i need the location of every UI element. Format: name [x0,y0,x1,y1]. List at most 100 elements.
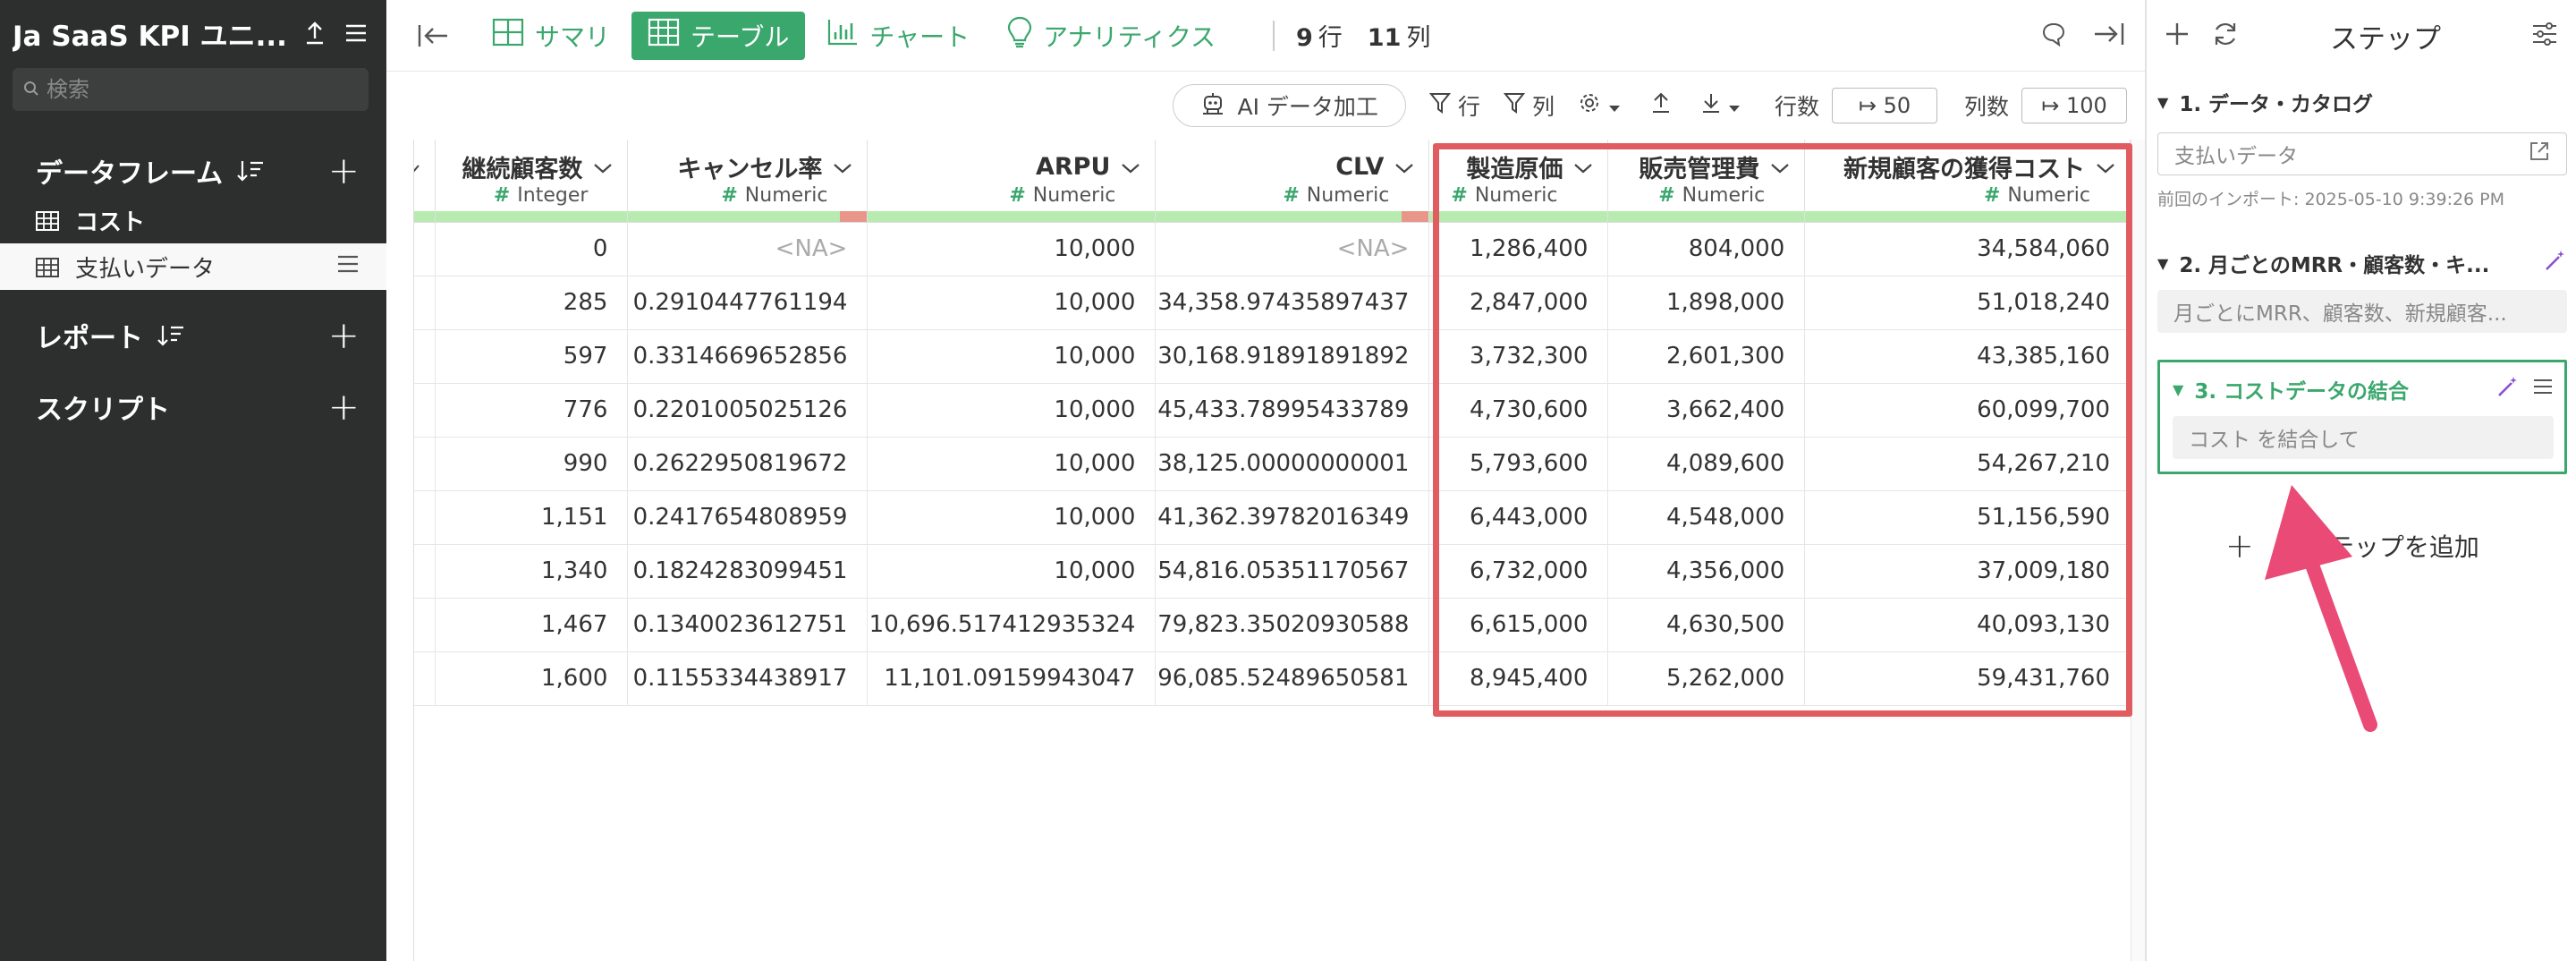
chevron-down-icon[interactable] [2096,153,2115,181]
column-header[interactable] [414,140,436,223]
table-cell[interactable]: 285 [435,276,629,330]
table-cell[interactable]: 597 [435,329,629,384]
ai-data-wrangling-button[interactable]: AI データ加工 [1172,84,1406,127]
table-cell[interactable]: 10,000 [867,383,1157,438]
table-cell[interactable]: 3 [414,276,436,330]
table-cell[interactable]: 11,101.09159943047 [867,651,1157,706]
table-cell[interactable]: 804,000 [1607,222,1806,276]
table-cell[interactable]: 3 [414,329,436,384]
table-cell[interactable]: 1,467 [435,598,629,652]
table-cell[interactable]: 0.1340023612751 [627,598,869,652]
table-cell[interactable]: 10,000 [867,329,1157,384]
table-cell[interactable]: 4,730,600 [1428,383,1609,438]
column-header[interactable]: ARPU # Numeric [867,140,1157,223]
vertical-scrollbar[interactable] [2131,140,2145,961]
rows-limit-input[interactable]: ↦ 50 [1831,88,1937,123]
chevron-down-icon[interactable] [1121,153,1140,181]
column-header[interactable]: 継続顧客数 # Integer [435,140,629,223]
table-cell[interactable]: 0.1824283099451 [627,544,869,599]
table-cell[interactable]: 4,630,500 [1607,598,1806,652]
external-link-icon[interactable] [2529,140,2550,167]
table-cell[interactable]: 8,945,400 [1428,651,1609,706]
table-cell[interactable]: 79,823.35020930588 [1155,598,1430,652]
table-cell[interactable]: 0.2201005025126 [627,383,869,438]
table-cell[interactable]: 38,125.00000000001 [1155,437,1430,491]
column-header[interactable]: キャンセル率 # Numeric [627,140,869,223]
caret-down-icon[interactable]: ▼ [2157,94,2168,111]
table-cell[interactable]: 10,000 [867,222,1157,276]
step-detail[interactable]: 月ごとにMRR、顧客数、新規顧客... [2157,290,2567,333]
table-cell[interactable]: 60,099,700 [1804,383,2131,438]
table-cell[interactable]: 0 [435,222,629,276]
table-cell[interactable]: 5 [414,383,436,438]
tab-analytics[interactable]: アナリティクス [991,12,1232,60]
tab-chart[interactable]: チャート [810,12,986,60]
table-cell[interactable]: 6,443,000 [1428,490,1609,545]
table-cell[interactable]: 4 [414,544,436,599]
add-script-icon[interactable]: + [328,388,360,426]
column-header[interactable]: 新規顧客の獲得コスト # Numeric [1804,140,2131,223]
table-cell[interactable]: 6,615,000 [1428,598,1609,652]
download-dropdown[interactable] [1701,91,1748,120]
table-cell[interactable]: 10,000 [867,490,1157,545]
table-cell[interactable]: 5,262,000 [1607,651,1806,706]
table-cell[interactable]: 10,000 [867,276,1157,330]
table-cell[interactable]: 1,898,000 [1607,276,1806,330]
table-cell[interactable]: 43,385,160 [1804,329,2131,384]
table-cell[interactable]: 10,696.517412935324 [867,598,1157,652]
step-detail[interactable]: コスト を結合して [2173,416,2554,459]
chevron-down-icon[interactable] [833,153,852,181]
settings-dropdown[interactable] [1578,91,1628,120]
sort-icon[interactable] [156,320,186,351]
table-cell[interactable]: 4,089,600 [1607,437,1806,491]
sort-icon[interactable] [235,156,266,186]
table-cell[interactable]: 6,732,000 [1428,544,1609,599]
table-cell[interactable]: 0.2622950819672 [627,437,869,491]
table-cell[interactable]: 51,156,590 [1804,490,2131,545]
table-cell[interactable]: 41,362.39782016349 [1155,490,1430,545]
table-cell[interactable]: 3 [414,490,436,545]
table-cell[interactable]: 51,018,240 [1804,276,2131,330]
add-dataframe-icon[interactable]: + [328,152,360,190]
row-filter-button[interactable]: 行 [1428,89,1480,122]
step-2[interactable]: ▼ 2. 月ごとのMRR・顧客数・キ... 月ごとにMRR、顧客数、新規顧客... [2157,245,2567,333]
caret-down-icon[interactable]: ▼ [2157,255,2168,272]
search-input[interactable] [47,77,315,102]
column-header[interactable]: 販売管理費 # Numeric [1607,140,1806,223]
project-title[interactable]: Ja SaaS KPI ユニ... [13,13,292,54]
comment-icon[interactable] [2041,21,2066,50]
table-cell[interactable]: 1,600 [435,651,629,706]
table-cell[interactable]: 40,093,130 [1804,598,2131,652]
table-cell[interactable]: 10,000 [867,544,1157,599]
tab-table[interactable]: テーブル [631,11,806,60]
chevron-down-icon[interactable] [1573,153,1593,181]
table-cell[interactable]: 776 [435,383,629,438]
chevron-down-icon[interactable] [1770,153,1790,181]
column-filter-button[interactable]: 列 [1503,89,1555,122]
table-cell[interactable]: 10,000 [867,437,1157,491]
table-cell[interactable]: 3,732,300 [1428,329,1609,384]
export-button[interactable] [1651,91,1678,120]
table-cell[interactable]: 0.2417654808959 [627,490,869,545]
table-cell[interactable]: 96,085.52489650581 [1155,651,1430,706]
chevron-down-icon[interactable] [593,153,613,181]
hamburger-menu-icon[interactable] [338,15,374,51]
table-cell[interactable]: 34,358.97435897437 [1155,276,1430,330]
add-report-icon[interactable]: + [328,317,360,354]
table-cell[interactable]: 59,431,760 [1804,651,2131,706]
step-detail[interactable]: 支払いデータ [2157,132,2567,175]
sliders-icon[interactable] [2531,21,2558,50]
caret-down-icon[interactable]: ▼ [2173,381,2183,398]
upload-icon[interactable] [297,15,333,51]
table-cell[interactable]: 2 [414,598,436,652]
table-cell[interactable]: 1,340 [435,544,629,599]
hamburger-menu-icon[interactable] [2532,378,2554,401]
table-cell[interactable]: 45,433.78995433789 [1155,383,1430,438]
table-cell[interactable]: 2 [414,222,436,276]
table-cell[interactable]: 4,356,000 [1607,544,1806,599]
table-cell[interactable]: 37,009,180 [1804,544,2131,599]
magic-wand-icon[interactable] [2496,375,2520,404]
collapse-sidebar-icon[interactable] [406,23,460,48]
table-cell[interactable]: 54,267,210 [1804,437,2131,491]
table-cell[interactable]: 4,548,000 [1607,490,1806,545]
